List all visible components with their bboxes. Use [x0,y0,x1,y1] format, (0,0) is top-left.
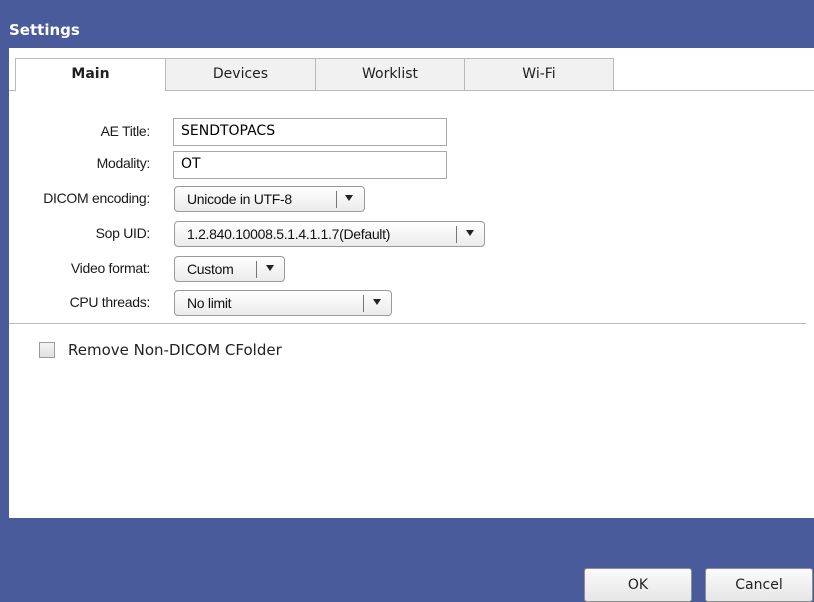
section-divider [9,323,806,324]
video-format-value: Custom [187,261,234,277]
chevron-down-icon [466,230,474,236]
sop-uid-value: 1.2.840.10008.5.1.4.1.1.7(Default) [187,226,391,242]
dicom-encoding-select[interactable]: Unicode in UTF-8 [174,186,365,212]
select-separator [363,295,364,312]
modality-label: Modality: [96,155,151,171]
cpu-threads-label: CPU threads: [69,294,151,310]
select-separator [336,191,337,208]
cpu-threads-select[interactable]: No limit [174,290,392,316]
dicom-encoding-label: DICOM encoding: [43,190,150,206]
video-format-select[interactable]: Custom [174,256,285,282]
select-separator [256,261,257,278]
chevron-down-icon [373,299,381,305]
cpu-threads-value: No limit [187,295,232,311]
tab-bar: Main Devices Worklist Wi-Fi [9,58,814,91]
ae-title-input[interactable]: SENDTOPACS [173,118,447,146]
dialog-title: Settings [9,21,80,39]
tab-main[interactable]: Main [15,58,166,91]
dicom-encoding-value: Unicode in UTF-8 [187,191,292,207]
remove-non-dicom-label: Remove Non-DICOM CFolder [68,341,282,359]
video-format-label: Video format: [70,260,150,276]
tab-worklist[interactable]: Worklist [315,58,465,90]
tab-wifi[interactable]: Wi-Fi [464,58,614,90]
settings-dialog: Settings Main Devices Worklist Wi-Fi AE … [0,0,814,602]
chevron-down-icon [345,195,353,201]
select-separator [456,226,457,243]
ok-button[interactable]: OK [584,568,692,602]
cancel-button[interactable]: Cancel [705,568,813,602]
remove-non-dicom-checkbox[interactable] [39,342,55,358]
ae-title-label: AE Title: [100,123,151,139]
chevron-down-icon [266,265,274,271]
modality-input[interactable]: OT [173,151,447,179]
tab-devices[interactable]: Devices [165,58,316,90]
sop-uid-select[interactable]: 1.2.840.10008.5.1.4.1.1.7(Default) [174,221,485,247]
sop-uid-label: Sop UID: [95,225,151,241]
